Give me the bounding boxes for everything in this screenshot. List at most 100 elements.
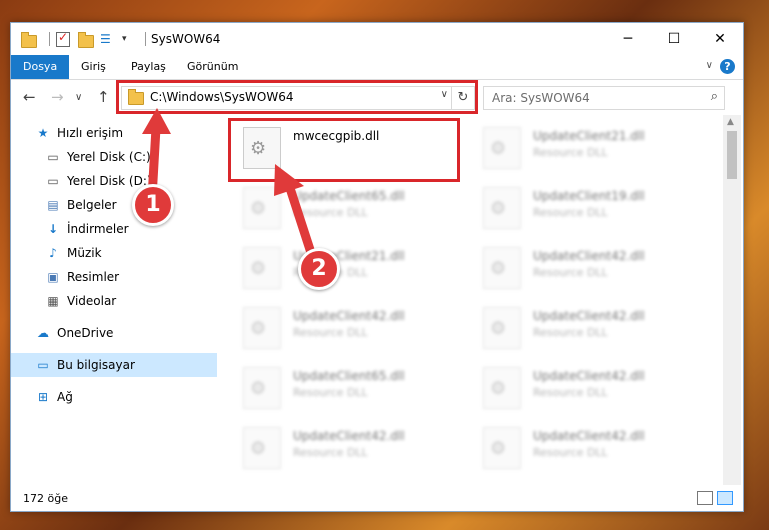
sidebar-item-pictures[interactable]: ▣ Resimler 📌 bbox=[11, 265, 239, 289]
sidebar-item-label: İndirmeler bbox=[67, 222, 129, 236]
sidebar-item-label: Hızlı erişim bbox=[57, 126, 124, 140]
minimize-button[interactable]: ─ bbox=[605, 23, 651, 55]
file-name: UpdateClient42.dll bbox=[533, 429, 645, 443]
file-item-mwcecgpib[interactable]: mwcecgpib.dll bbox=[231, 121, 451, 173]
up-button[interactable]: ↑ bbox=[97, 88, 110, 106]
file-type: Resource DLL bbox=[293, 326, 368, 339]
file-type: Resource DLL bbox=[533, 386, 608, 399]
file-list: mwcecgpib.dll UpdateClient21.dll Resourc… bbox=[217, 115, 723, 485]
search-input[interactable]: Ara: SysWOW64 ⌕ bbox=[483, 86, 725, 110]
sidebar-item-videos[interactable]: ▦ Videolar 📌 bbox=[11, 289, 239, 313]
navigation-bar: ← → ∨ ↑ C:\Windows\SysWOW64 ∨ ↻ Ara: Sys… bbox=[11, 80, 743, 114]
tab-home[interactable]: Giriş bbox=[69, 55, 118, 79]
dll-file-icon bbox=[483, 367, 521, 409]
item-count: 172 öğe bbox=[23, 492, 68, 505]
file-name: UpdateClient65.dll bbox=[293, 189, 405, 203]
navigation-pane: ★ Hızlı erişim ▭ Yerel Disk (C:) 📌 ▭ Yer… bbox=[11, 115, 234, 485]
file-item[interactable]: UpdateClient65.dll Resource DLL bbox=[231, 361, 451, 413]
chevron-down-icon[interactable]: ▾ bbox=[122, 34, 127, 44]
file-item[interactable]: UpdateClient21.dll Resource DLL bbox=[471, 121, 691, 173]
sidebar-item-onedrive[interactable]: ☁ OneDrive bbox=[11, 321, 229, 345]
pictures-icon: ▣ bbox=[47, 270, 59, 284]
sidebar-item-label: Videolar bbox=[67, 294, 117, 308]
dll-file-icon bbox=[243, 187, 281, 229]
vertical-scrollbar[interactable]: ▲ bbox=[723, 115, 741, 485]
search-icon: ⌕ bbox=[710, 89, 718, 104]
callout-badge-2: 2 bbox=[298, 248, 340, 290]
help-icon[interactable]: ? bbox=[720, 59, 735, 74]
tab-share[interactable]: Paylaş bbox=[119, 55, 178, 79]
file-item[interactable]: UpdateClient42.dll Resource DLL bbox=[471, 241, 691, 293]
music-icon: ♪ bbox=[49, 246, 57, 260]
star-icon: ★ bbox=[37, 126, 49, 140]
file-item[interactable]: UpdateClient42.dll Resource DLL bbox=[471, 301, 691, 353]
title-bar: ☰ ▾ SysWOW64 ─ ☐ ✕ bbox=[11, 23, 743, 55]
file-item[interactable]: UpdateClient42.dll Resource DLL bbox=[471, 421, 691, 473]
refresh-button[interactable]: ↻ bbox=[451, 87, 474, 109]
drive-icon: ▭ bbox=[47, 150, 59, 164]
file-name: UpdateClient21.dll bbox=[533, 129, 645, 143]
dll-file-icon bbox=[243, 307, 281, 349]
tab-view[interactable]: Görünüm bbox=[175, 55, 250, 79]
callout-badge-1: 1 bbox=[132, 184, 174, 226]
sidebar-item-network[interactable]: ⊞ Ağ bbox=[11, 385, 229, 409]
address-bar[interactable]: C:\Windows\SysWOW64 ∨ ↻ bbox=[121, 86, 475, 110]
file-name: UpdateClient42.dll bbox=[533, 369, 645, 383]
details-view-icon[interactable] bbox=[697, 491, 713, 505]
videos-icon: ▦ bbox=[47, 294, 59, 308]
forward-button[interactable]: → bbox=[51, 88, 64, 106]
scroll-up-icon[interactable]: ▲ bbox=[727, 117, 734, 127]
file-item[interactable]: UpdateClient21.dll Resource DLL bbox=[231, 241, 451, 293]
chevron-down-icon[interactable]: ∨ bbox=[441, 89, 448, 100]
scrollbar-thumb[interactable] bbox=[727, 131, 737, 179]
dll-file-icon bbox=[483, 247, 521, 289]
address-path: C:\Windows\SysWOW64 bbox=[150, 90, 294, 104]
quick-access-toolbar: ☰ ▾ bbox=[21, 30, 127, 48]
sidebar-item-label: Müzik bbox=[67, 246, 102, 260]
recent-locations-icon[interactable]: ∨ bbox=[75, 92, 82, 103]
sidebar-item-downloads[interactable]: ↓ İndirmeler 📌 bbox=[11, 217, 239, 241]
file-type: Resource DLL bbox=[533, 146, 608, 159]
documents-icon: ▤ bbox=[47, 198, 59, 212]
customize-toolbar-icon[interactable]: ☰ bbox=[100, 32, 116, 46]
file-item[interactable]: UpdateClient65.dll Resource DLL bbox=[231, 181, 451, 233]
file-type: Resource DLL bbox=[533, 326, 608, 339]
properties-icon[interactable] bbox=[56, 30, 72, 47]
sidebar-item-this-pc[interactable]: ▭ Bu bilgisayar bbox=[11, 353, 229, 377]
file-item[interactable]: UpdateClient19.dll Resource DLL bbox=[471, 181, 691, 233]
tab-file[interactable]: Dosya bbox=[11, 55, 70, 79]
sidebar-item-label: Ağ bbox=[57, 390, 73, 404]
sidebar-item-local-disk-d[interactable]: ▭ Yerel Disk (D:) 📌 bbox=[11, 169, 239, 193]
sidebar-item-label: Resimler bbox=[67, 270, 120, 284]
file-type: Resource DLL bbox=[533, 446, 608, 459]
new-folder-icon[interactable] bbox=[78, 32, 94, 48]
file-name: UpdateClient42.dll bbox=[533, 249, 645, 263]
sidebar-item-label: Bu bilgisayar bbox=[57, 358, 135, 372]
sidebar-item-quick-access[interactable]: ★ Hızlı erişim bbox=[11, 121, 229, 145]
close-button[interactable]: ✕ bbox=[697, 23, 743, 55]
network-icon: ⊞ bbox=[37, 390, 49, 404]
sidebar-item-documents[interactable]: ▤ Belgeler 📌 bbox=[11, 193, 239, 217]
dll-file-icon bbox=[483, 187, 521, 229]
large-icons-view-icon[interactable] bbox=[717, 491, 733, 505]
dll-file-icon bbox=[483, 307, 521, 349]
file-item[interactable]: UpdateClient42.dll Resource DLL bbox=[231, 421, 451, 473]
sidebar-item-local-disk-c[interactable]: ▭ Yerel Disk (C:) 📌 bbox=[11, 145, 239, 169]
file-name: UpdateClient42.dll bbox=[293, 429, 405, 443]
folder-icon bbox=[21, 32, 37, 48]
file-type: Resource DLL bbox=[293, 386, 368, 399]
maximize-button[interactable]: ☐ bbox=[651, 23, 697, 55]
file-type: Resource DLL bbox=[293, 446, 368, 459]
back-button[interactable]: ← bbox=[23, 88, 36, 106]
file-name: mwcecgpib.dll bbox=[293, 129, 380, 143]
divider bbox=[49, 32, 50, 46]
file-type: Resource DLL bbox=[293, 206, 368, 219]
expand-ribbon-icon[interactable]: ∨ bbox=[706, 60, 713, 71]
sidebar-item-music[interactable]: ♪ Müzik 📌 bbox=[11, 241, 239, 265]
file-type: Resource DLL bbox=[533, 206, 608, 219]
file-item[interactable]: UpdateClient42.dll Resource DLL bbox=[231, 301, 451, 353]
computer-icon: ▭ bbox=[37, 358, 49, 372]
file-item[interactable]: UpdateClient42.dll Resource DLL bbox=[471, 361, 691, 413]
dll-file-icon bbox=[483, 427, 521, 469]
file-name: UpdateClient42.dll bbox=[533, 309, 645, 323]
